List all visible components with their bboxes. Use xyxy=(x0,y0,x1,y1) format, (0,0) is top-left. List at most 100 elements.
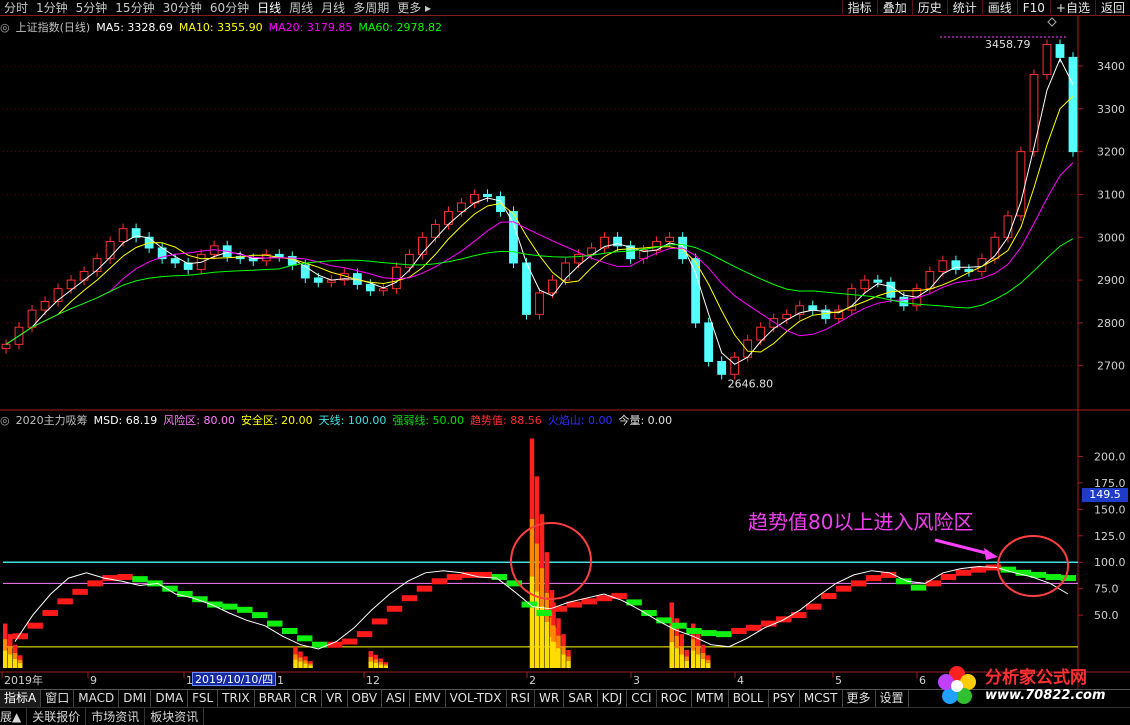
tab-13[interactable]: VOL-TDX xyxy=(446,690,507,707)
chart-canvas[interactable]: 3400 3300 3200 3100 3000 2900 2800 2700 3458.79 2… xyxy=(0,0,1130,689)
tab-10[interactable]: OBV xyxy=(348,690,383,707)
fire-bar xyxy=(701,644,706,653)
fire-bar xyxy=(534,543,540,592)
tab-7[interactable]: BRAR xyxy=(255,690,297,707)
tab-17[interactable]: KDJ xyxy=(598,690,628,707)
fire-bar xyxy=(3,639,8,651)
candle-body xyxy=(417,236,427,255)
tab-11[interactable]: ASI xyxy=(382,690,411,707)
main-y-tick-label: 2900 xyxy=(1097,274,1125,287)
trend-step xyxy=(57,598,73,605)
status-item-3[interactable]: 板块资讯 xyxy=(145,708,205,725)
fire-bar xyxy=(556,648,561,668)
tab-21[interactable]: BOLL xyxy=(729,690,769,707)
trend-step xyxy=(371,618,388,625)
tab-4[interactable]: DMA xyxy=(151,690,189,707)
trend-step xyxy=(252,612,268,619)
fire-bar xyxy=(373,662,378,668)
highlight-circle xyxy=(997,535,1069,597)
fire-bar xyxy=(539,514,545,569)
trend-step xyxy=(296,635,313,642)
tab-18[interactable]: CCI xyxy=(627,690,657,707)
tab-0[interactable]: 指标A xyxy=(0,690,42,707)
annotation-arrow xyxy=(934,538,991,556)
tab-22[interactable]: PSY xyxy=(769,690,800,707)
fire-bar xyxy=(556,618,561,636)
tab-20[interactable]: MTM xyxy=(692,690,729,707)
x-tick-label: 4 xyxy=(737,674,744,687)
fire-bar xyxy=(696,645,701,655)
tab-8[interactable]: CR xyxy=(296,690,322,707)
trend-step xyxy=(611,593,627,600)
trend-step xyxy=(671,622,687,629)
candle-body xyxy=(66,279,76,290)
tab-16[interactable]: SAR xyxy=(564,690,598,707)
fire-bar xyxy=(696,654,701,668)
trend-step xyxy=(282,627,298,634)
tab-19[interactable]: ROC xyxy=(657,690,692,707)
fire-bar xyxy=(8,645,13,655)
status-item-0[interactable]: 展▲ xyxy=(0,708,28,725)
candle-body xyxy=(483,193,492,198)
fire-bar xyxy=(303,660,308,664)
ind-y-tick-label: 125.0 xyxy=(1094,530,1126,543)
tab-15[interactable]: WR xyxy=(535,690,565,707)
status-item-1[interactable]: 关联报价 xyxy=(27,708,87,725)
fire-bar xyxy=(3,623,8,640)
fire-bar xyxy=(566,650,571,657)
tab-14[interactable]: RSI xyxy=(507,690,536,707)
tab-25[interactable]: 设置 xyxy=(876,690,909,707)
fire-bar xyxy=(303,663,308,668)
trend-step xyxy=(940,574,957,581)
tab-12[interactable]: EMV xyxy=(410,690,446,707)
trend-step xyxy=(656,617,672,624)
fire-bar xyxy=(298,651,303,658)
fire-bar xyxy=(298,661,303,668)
trend-step xyxy=(955,569,972,576)
fire-bar xyxy=(368,656,373,662)
fire-bar xyxy=(706,662,711,668)
tab-9[interactable]: VR xyxy=(322,690,348,707)
candle-body xyxy=(899,296,909,307)
fire-bar xyxy=(696,634,701,646)
fire-bar xyxy=(534,476,540,544)
fire-bar xyxy=(679,645,684,655)
candle-body xyxy=(938,260,948,273)
candle-body xyxy=(40,301,50,311)
fire-bar xyxy=(13,658,18,668)
tab-1[interactable]: 窗口 xyxy=(41,690,75,707)
trend-step xyxy=(820,593,837,600)
candle-body xyxy=(1029,74,1039,153)
main-y-tick-label: 3000 xyxy=(1097,231,1125,244)
tab-24[interactable]: 更多 xyxy=(843,690,876,707)
tab-5[interactable]: FSL xyxy=(188,690,219,707)
tab-2[interactable]: MACD xyxy=(74,690,120,707)
flower-logo-icon xyxy=(938,666,976,704)
fire-bar xyxy=(674,635,679,649)
fire-bar xyxy=(544,621,550,668)
fire-bar xyxy=(679,634,684,646)
tab-3[interactable]: DMI xyxy=(119,690,152,707)
x-tick-label: 6 xyxy=(919,674,926,687)
x-tick-label: 5 xyxy=(835,674,842,687)
fire-bar xyxy=(684,650,689,657)
fire-bar xyxy=(383,662,388,665)
fire-bar xyxy=(544,592,550,622)
fire-bar xyxy=(551,625,556,642)
trend-step xyxy=(626,599,642,606)
candle-body xyxy=(1,343,11,350)
fire-bar xyxy=(308,661,313,664)
candle-body xyxy=(561,262,570,281)
main-y-tick-label: 3100 xyxy=(1097,188,1125,201)
tab-6[interactable]: TRIX xyxy=(218,690,255,707)
main-y-tick-label: 3300 xyxy=(1097,103,1125,116)
trend-step xyxy=(491,574,508,581)
fire-bar xyxy=(556,635,561,649)
status-item-2[interactable]: 市场资讯 xyxy=(86,708,146,725)
trend-step xyxy=(87,580,103,587)
tab-23[interactable]: MCST xyxy=(800,690,843,707)
status-bar: 展▲ 关联报价 市场资讯 板块资讯 xyxy=(0,707,1130,725)
trend-step xyxy=(42,609,58,616)
trend-step xyxy=(192,596,208,603)
trend-step xyxy=(267,620,283,627)
